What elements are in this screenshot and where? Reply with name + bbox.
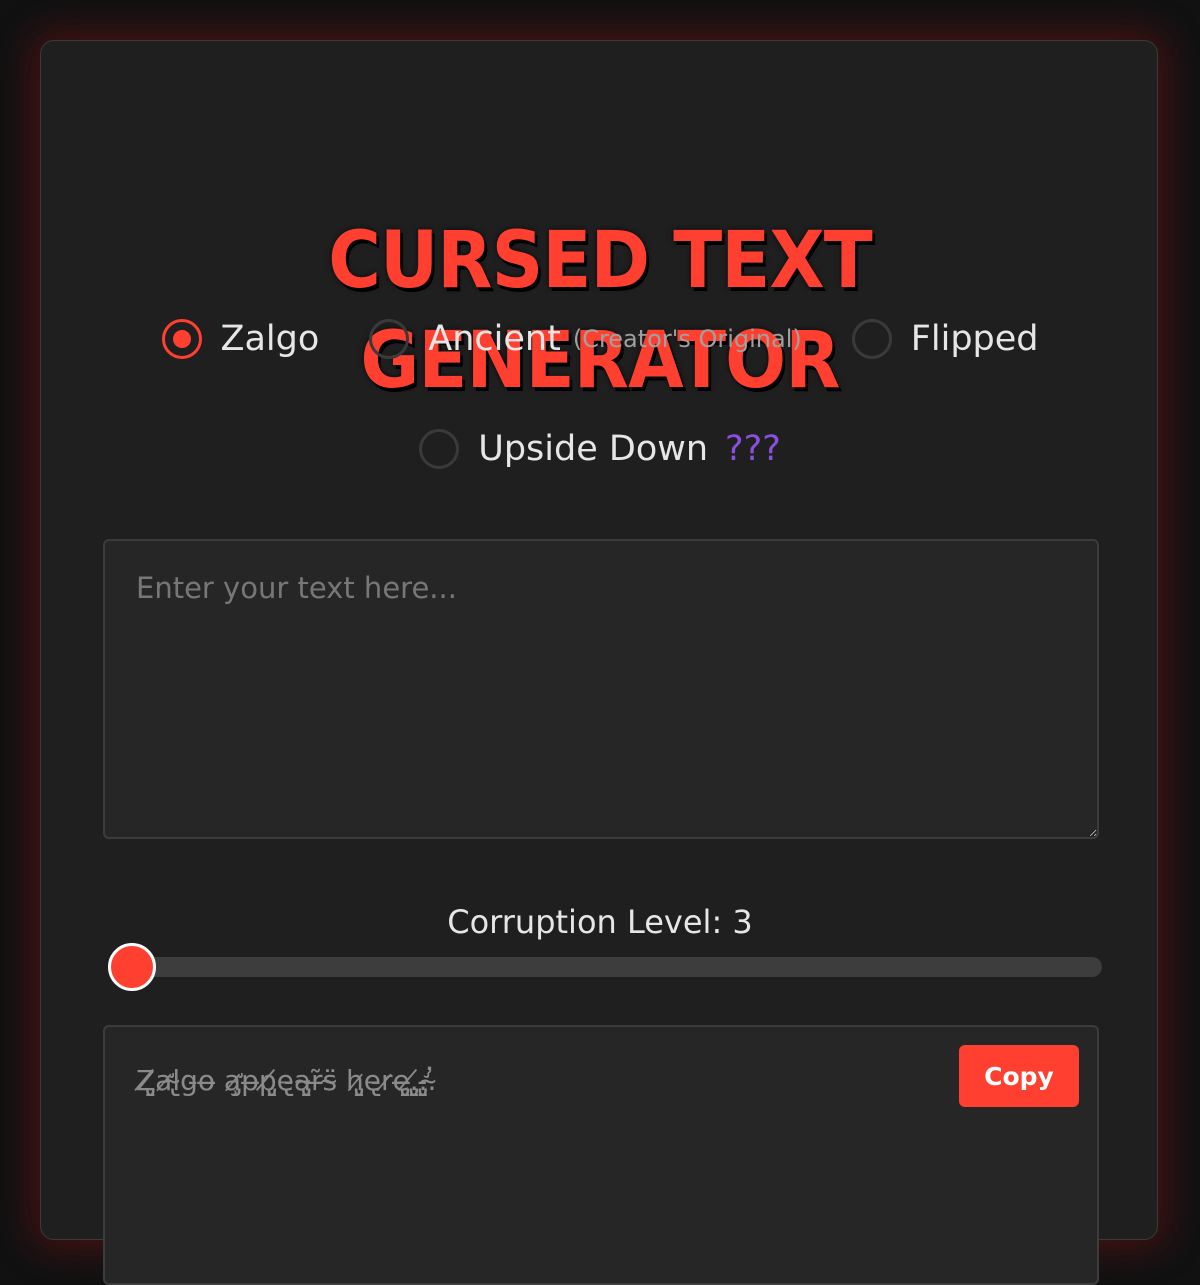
output-box: Z̸̡̢a̷̛l̴̢g̵o̶ a̷̡̧̛p̶p̸̡̢e̵̢a̴̡̢r̶̃s̴̈ … bbox=[103, 1025, 1099, 1285]
mode-label-upside-down: Upside Down bbox=[478, 429, 709, 469]
generator-card: Cursed Text Generator Zalgo Ancient (Cre… bbox=[40, 40, 1159, 1285]
mode-options-row-2: Upside Down ??? bbox=[41, 429, 1159, 469]
mode-option-zalgo[interactable]: Zalgo bbox=[161, 319, 320, 359]
corruption-slider-thumb[interactable] bbox=[108, 943, 156, 991]
text-input[interactable] bbox=[103, 539, 1099, 839]
mode-options-row-1: Zalgo Ancient (Creator's Original) Flipp… bbox=[41, 319, 1159, 359]
mode-option-flipped[interactable]: Flipped bbox=[851, 319, 1039, 359]
radio-zalgo[interactable] bbox=[161, 319, 202, 359]
mode-sublabel-ancient: (Creator's Original) bbox=[572, 325, 802, 353]
copy-button[interactable]: Copy bbox=[959, 1045, 1079, 1107]
mystery-link[interactable]: ??? bbox=[725, 429, 781, 469]
mode-option-upside-down[interactable]: Upside Down ??? bbox=[419, 429, 781, 469]
radio-upside-down[interactable] bbox=[419, 429, 460, 469]
corruption-slider-track[interactable] bbox=[108, 943, 1102, 991]
mode-label-flipped: Flipped bbox=[910, 319, 1039, 359]
radio-ancient[interactable] bbox=[369, 319, 410, 359]
output-text: Z̸̡̢a̷̛l̴̢g̵o̶ a̷̡̧̛p̶p̸̡̢e̵̢a̴̡̢r̶̃s̴̈ … bbox=[136, 1064, 437, 1097]
radio-flipped[interactable] bbox=[851, 319, 892, 359]
mode-label-zalgo: Zalgo bbox=[220, 319, 320, 359]
page-title: Cursed Text Generator bbox=[328, 216, 872, 406]
corruption-level-label: Corruption Level: 3 bbox=[447, 903, 753, 941]
mode-label-ancient: Ancient bbox=[428, 319, 561, 359]
mode-option-ancient[interactable]: Ancient (Creator's Original) bbox=[369, 319, 802, 359]
